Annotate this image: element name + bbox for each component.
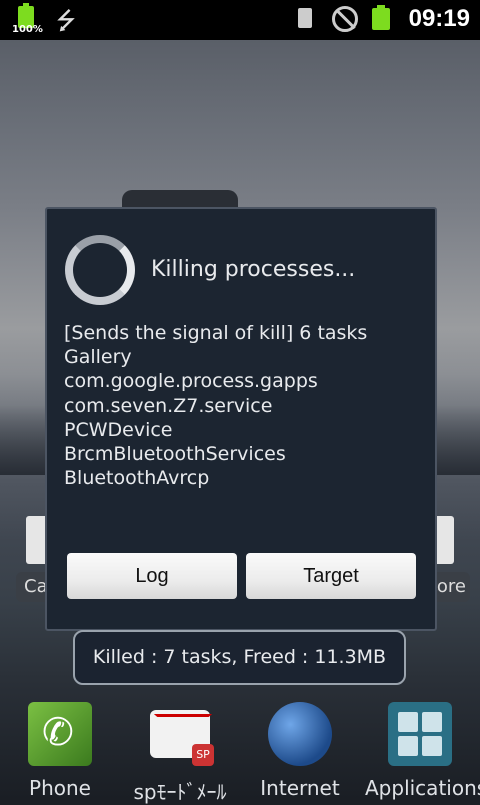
- mail-icon: SP: [150, 710, 214, 766]
- dialog-message: [Sends the signal of kill] 6 tasks Galle…: [64, 321, 424, 490]
- dock-label: Internet: [260, 776, 340, 800]
- dock-item-applications[interactable]: Applications: [365, 702, 480, 800]
- sim-icon: [298, 8, 312, 28]
- spinner-icon: [65, 235, 135, 305]
- dock-item-internet[interactable]: Internet: [245, 702, 355, 800]
- message-line: com.google.process.gapps: [64, 370, 318, 393]
- globe-icon: [268, 702, 332, 766]
- message-line: com.seven.Z7.service: [64, 394, 273, 417]
- dialog-title: Killing processes...: [151, 257, 356, 282]
- mail-badge: SP: [192, 744, 214, 766]
- log-button[interactable]: Log: [67, 553, 237, 599]
- phone-icon: [28, 702, 92, 766]
- clock: 09:19: [408, 5, 470, 32]
- dock-item-mail[interactable]: SP spﾓｰﾄﾞﾒｰﾙ: [125, 702, 235, 804]
- battery-percent: 100%: [12, 24, 43, 35]
- message-line: PCWDevice: [64, 418, 173, 441]
- dock-item-phone[interactable]: Phone: [5, 702, 115, 800]
- message-line: BrcmBluetoothServices: [64, 443, 286, 466]
- progress-dialog: Killing processes... [Sends the signal o…: [45, 207, 437, 631]
- battery-icon: [372, 5, 390, 30]
- toast-message: Killed : 7 tasks, Freed : 11.3MB: [73, 630, 406, 685]
- no-signal-icon: [332, 6, 358, 32]
- target-button[interactable]: Target: [246, 553, 416, 599]
- message-line: Gallery: [64, 346, 132, 369]
- dock-label: spﾓｰﾄﾞﾒｰﾙ: [133, 780, 227, 804]
- message-line: BluetoothAvrcp: [64, 467, 210, 490]
- status-bar: 100% ⭍ 09:19: [0, 0, 480, 40]
- message-line: [Sends the signal of kill] 6 tasks: [64, 322, 368, 344]
- dock-label: Phone: [29, 776, 91, 800]
- apps-grid-icon: [388, 702, 452, 766]
- dock-label: Applications: [365, 776, 480, 800]
- usb-icon: ⭍: [56, 7, 76, 35]
